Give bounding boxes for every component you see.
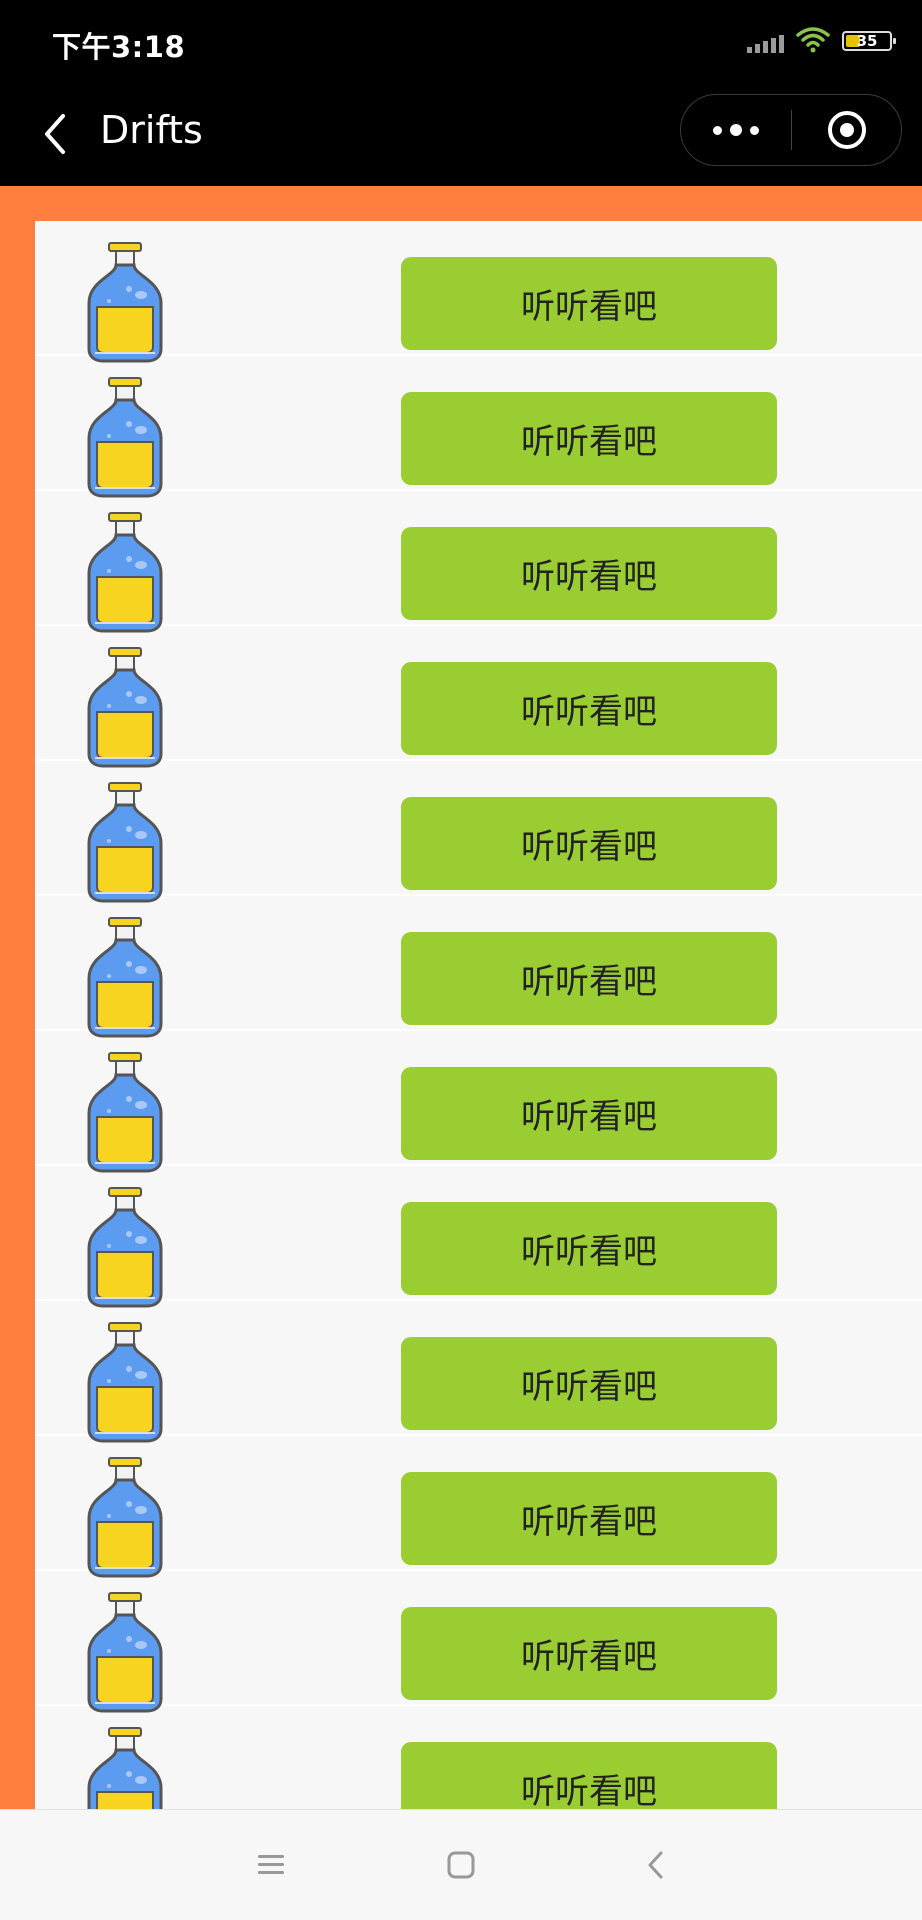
drift-row: 听听看吧 [35,1706,922,1809]
listen-button[interactable]: 听听看吧 [401,1742,777,1809]
bottle-icon [83,1591,167,1715]
bottle-icon [83,511,167,635]
more-dots-icon [713,125,722,135]
system-back-button[interactable] [631,1840,681,1890]
drift-row: 听听看吧 [35,1031,922,1173]
navigation-bar: Drifts [0,82,922,186]
target-close-icon [827,111,866,149]
home-button[interactable] [436,1840,486,1890]
drift-row: 听听看吧 [35,761,922,903]
listen-button[interactable]: 听听看吧 [401,527,777,620]
listen-button[interactable]: 听听看吧 [401,662,777,755]
menu-button[interactable] [246,1840,296,1890]
wifi-icon [796,25,830,58]
system-navigation-bar [0,1809,922,1920]
mini-program-capsule [680,94,902,166]
bottle-icon [83,376,167,500]
back-button[interactable] [30,106,80,162]
bottle-icon [83,1321,167,1445]
bottle-icon [83,916,167,1040]
chevron-left-icon [45,114,65,154]
drift-row: 听听看吧 [35,626,922,768]
drift-row: 听听看吧 [35,896,922,1038]
menu-icon [258,1855,284,1874]
drift-row: 听听看吧 [35,1166,922,1308]
drift-row: 听听看吧 [35,221,922,363]
listen-button[interactable]: 听听看吧 [401,1202,777,1295]
listen-button[interactable]: 听听看吧 [401,1067,777,1160]
home-icon [447,1851,475,1879]
listen-button[interactable]: 听听看吧 [401,392,777,485]
bottle-icon [83,781,167,905]
listen-button[interactable]: 听听看吧 [401,932,777,1025]
drift-row: 听听看吧 [35,1301,922,1443]
bottle-icon [83,241,167,365]
drift-row: 听听看吧 [35,1436,922,1578]
signal-icon [747,29,784,53]
bottle-icon [83,1186,167,1310]
bottle-icon [83,646,167,770]
bottle-icon [83,1726,167,1809]
status-icons: 35 [747,24,896,58]
close-button[interactable] [792,95,901,165]
drift-row: 听听看吧 [35,491,922,633]
drift-row: 听听看吧 [35,1571,922,1713]
more-button[interactable] [681,95,791,165]
status-bar: 下午3:18 35 [0,0,922,82]
screen: 下午3:18 35 Drifts 听听看吧 听听看吧 听听看吧 听听看吧 听听看… [0,0,922,1920]
drift-list: 听听看吧 听听看吧 听听看吧 听听看吧 听听看吧 听听看吧 听听看吧 听听看吧 … [35,221,922,1809]
drift-row: 听听看吧 [35,356,922,498]
bottle-icon [83,1456,167,1580]
status-time: 下午3:18 [52,30,186,64]
battery-level: 35 [856,32,878,50]
listen-button[interactable]: 听听看吧 [401,257,777,350]
listen-button[interactable]: 听听看吧 [401,1607,777,1700]
battery-icon: 35 [842,31,896,51]
listen-button[interactable]: 听听看吧 [401,1337,777,1430]
page-title: Drifts [100,108,203,152]
bottle-icon [83,1051,167,1175]
listen-button[interactable]: 听听看吧 [401,797,777,890]
listen-button[interactable]: 听听看吧 [401,1472,777,1565]
back-icon [648,1851,663,1879]
